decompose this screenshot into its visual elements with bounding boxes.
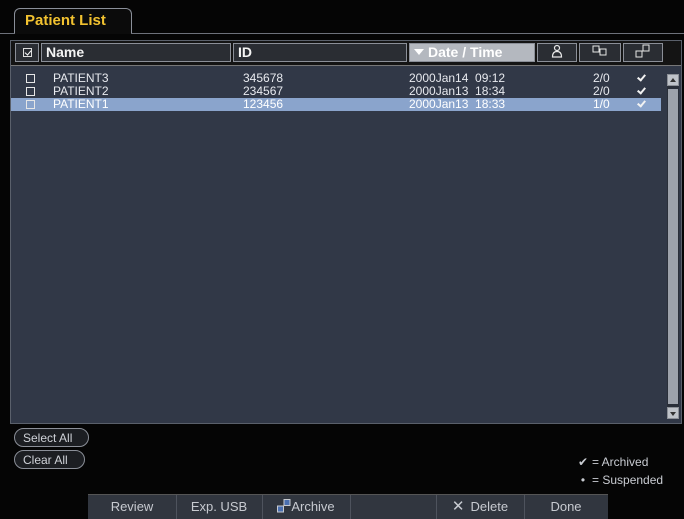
column-header-name[interactable]: Name	[41, 43, 231, 62]
tab-patient-list[interactable]: Patient List	[14, 8, 132, 34]
patient-rows: PATIENT3 345678 2000Jan14 09:12 2/0 PATI…	[11, 72, 661, 111]
column-header-id[interactable]: ID	[233, 43, 407, 62]
clear-all-button[interactable]: Clear All	[14, 450, 85, 469]
archive-icon	[277, 499, 291, 513]
delete-button[interactable]: ✕ Delete	[436, 495, 525, 519]
table-row-selected[interactable]: PATIENT1 123456 2000Jan13 18:33 1/0	[11, 98, 661, 111]
scroll-down-button[interactable]	[667, 407, 679, 419]
patient-list-panel: Name ID Date / Time PATIENT3 345678 2000…	[10, 40, 682, 424]
archive-icon	[635, 44, 650, 58]
exam-date: 2000Jan13 18:33	[409, 97, 506, 111]
tab-divider-gap	[15, 33, 131, 34]
archive-label: Archive	[291, 499, 335, 514]
list-header: Name ID Date / Time	[11, 41, 681, 66]
export-usb-button[interactable]: Exp. USB	[176, 495, 263, 519]
delete-x-icon: ✕	[451, 498, 465, 515]
patient-name: PATIENT1	[53, 97, 109, 111]
archive-button[interactable]: Archive	[262, 495, 351, 519]
bottom-toolbar: Review Exp. USB Archive ✕ Delete Done	[88, 494, 608, 519]
legend-archived: ✔ = Archived	[578, 455, 648, 469]
scroll-thumb[interactable]	[668, 89, 678, 404]
vertical-scrollbar[interactable]	[667, 74, 679, 419]
row-checkbox[interactable]	[26, 100, 35, 109]
images-icon	[592, 45, 607, 56]
column-header-date[interactable]: Date / Time	[409, 43, 535, 62]
arrow-up-icon	[670, 78, 676, 82]
column-header-patient[interactable]	[537, 43, 577, 62]
legend-suspended-label: = Suspended	[592, 473, 664, 487]
empty-toolbar-slot	[350, 495, 437, 519]
select-all-button[interactable]: Select All	[14, 428, 90, 447]
legend-archived-label: = Archived	[592, 455, 649, 469]
image-count: 1/0	[593, 97, 610, 111]
scroll-up-button[interactable]	[667, 74, 679, 86]
column-header-archive[interactable]	[623, 43, 663, 62]
checkbox-icon	[22, 48, 32, 57]
column-header-images[interactable]	[579, 43, 621, 62]
row-checkbox[interactable]	[26, 87, 35, 96]
archived-check-icon: ✔	[578, 455, 589, 469]
patient-icon	[551, 44, 563, 58]
legend-suspended: • = Suspended	[578, 473, 663, 487]
row-checkbox[interactable]	[26, 74, 35, 83]
arrow-down-icon	[670, 412, 676, 416]
done-button[interactable]: Done	[524, 495, 608, 519]
patient-id: 123456	[243, 97, 284, 111]
review-button[interactable]: Review	[88, 495, 177, 519]
suspended-dot-icon: •	[580, 473, 586, 487]
sort-descending-icon	[414, 49, 424, 55]
delete-label: Delete	[470, 499, 509, 514]
column-header-date-label: Date / Time	[428, 44, 503, 60]
header-select-checkbox[interactable]	[15, 43, 39, 62]
